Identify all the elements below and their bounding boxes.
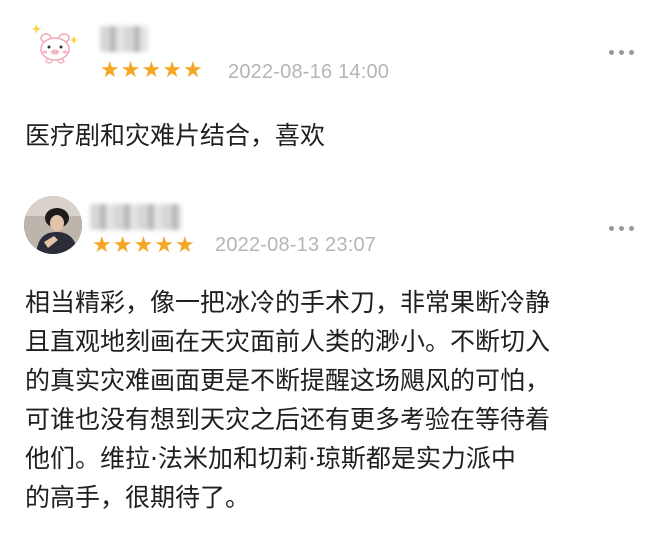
review-text-line: 的真实灾难画面更是不断提醒这场飓风的可怕， bbox=[25, 366, 551, 395]
more-dots-icon[interactable] bbox=[609, 226, 634, 231]
star-icon: ★ bbox=[120, 58, 141, 83]
username-blurred[interactable] bbox=[90, 204, 182, 230]
username-blurred[interactable] bbox=[100, 26, 148, 52]
star-icon: ★ bbox=[182, 58, 203, 83]
star-rating: ★ ★ ★ ★ ★ bbox=[100, 58, 203, 84]
pig-avatar-icon bbox=[31, 24, 78, 64]
review-text-line: 的高手，很期待了。 bbox=[25, 483, 251, 512]
user-avatar[interactable] bbox=[24, 196, 82, 254]
review-card: ★ ★ ★ ★ ★ 2022-08-16 14:00 医疗剧和灾难片结合，喜欢 bbox=[0, 0, 660, 180]
review-text: 相当精彩，像一把冰冷的手术刀，非常果断冷静 且直观地刻画在天灾面前人类的渺小。不… bbox=[25, 283, 640, 517]
star-icon: ★ bbox=[100, 58, 120, 83]
star-rating: ★ ★ ★ ★ ★ bbox=[92, 233, 195, 259]
star-icon: ★ bbox=[174, 233, 195, 258]
review-card: ★ ★ ★ ★ ★ 2022-08-13 23:07 相当精彩，像一把冰冷的手术… bbox=[0, 180, 660, 535]
star-icon: ★ bbox=[162, 58, 182, 83]
review-text-line: 且直观地刻画在天灾面前人类的渺小。不断切入 bbox=[25, 327, 551, 356]
star-icon: ★ bbox=[133, 233, 154, 258]
more-dots-icon[interactable] bbox=[609, 50, 634, 55]
user-avatar[interactable] bbox=[26, 14, 84, 72]
review-timestamp: 2022-08-16 14:00 bbox=[228, 61, 390, 83]
star-icon: ★ bbox=[112, 233, 133, 258]
review-text-line: 他们。维拉·法米加和切莉·琼斯都是实力派中 bbox=[25, 444, 516, 473]
person-photo-icon bbox=[24, 196, 82, 254]
star-icon: ★ bbox=[154, 233, 174, 258]
review-text-line: 相当精彩，像一把冰冷的手术刀，非常果断冷静 bbox=[25, 288, 551, 317]
review-text: 医疗剧和灾难片结合，喜欢 bbox=[25, 121, 326, 150]
review-text-line: 可谁也没有想到天灾之后还有更多考验在等待着 bbox=[25, 405, 551, 434]
star-icon: ★ bbox=[92, 233, 112, 258]
review-timestamp: 2022-08-13 23:07 bbox=[215, 234, 377, 256]
star-icon: ★ bbox=[141, 58, 162, 83]
